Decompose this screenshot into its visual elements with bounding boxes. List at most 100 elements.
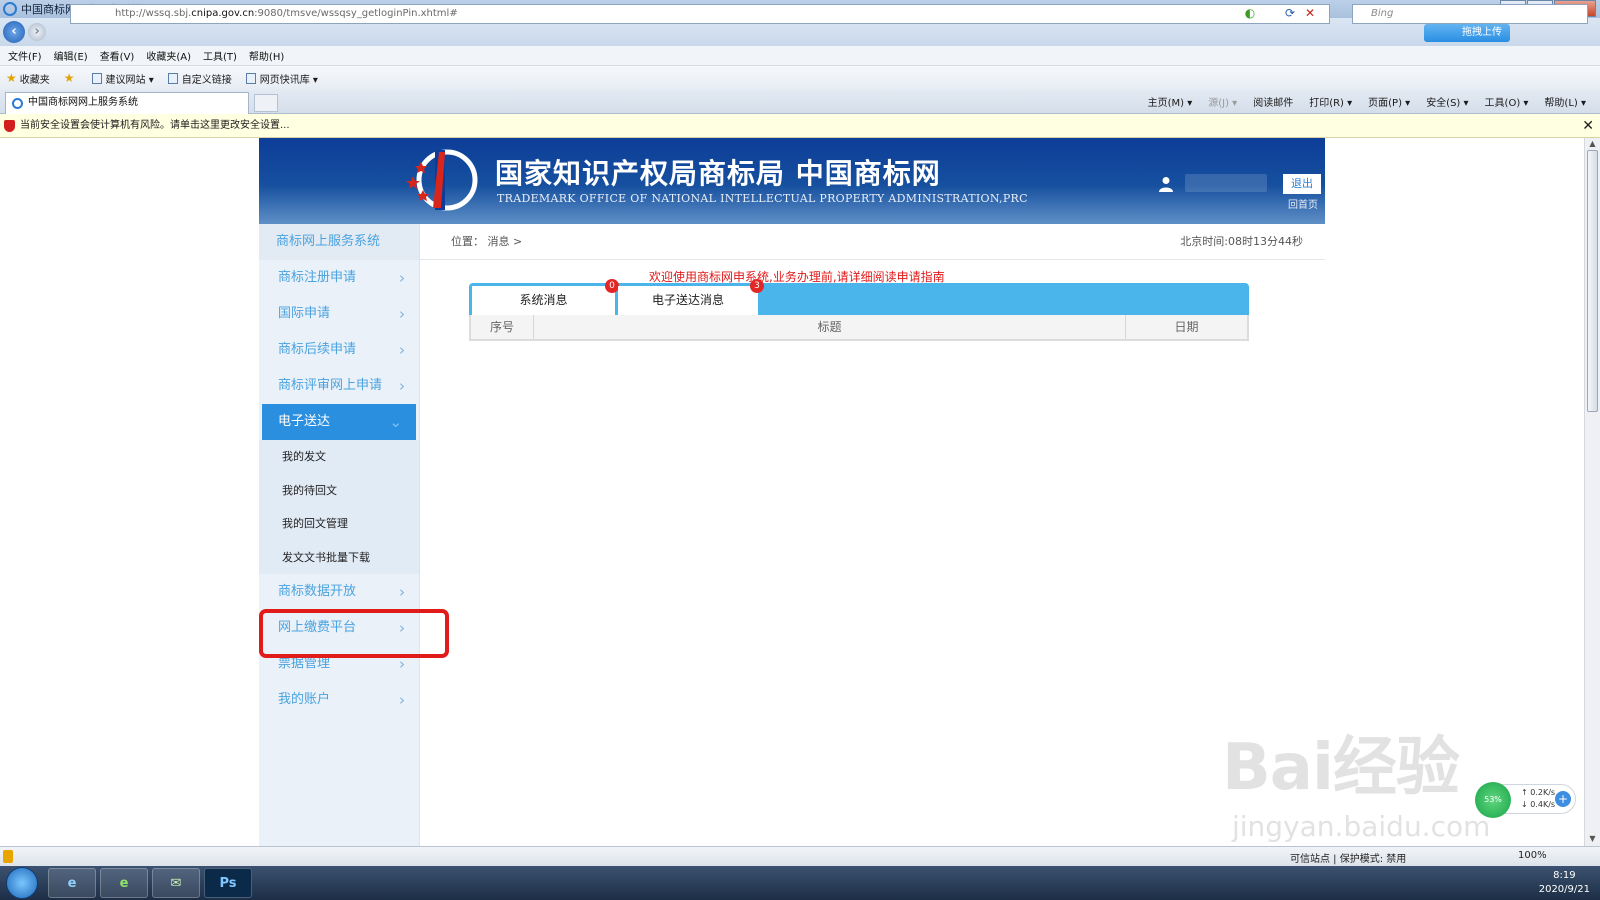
red-highlight-annotation <box>259 609 449 658</box>
chevron-right-icon: › <box>399 377 405 395</box>
shield-warning-icon <box>4 120 15 132</box>
back-button[interactable]: ‹ <box>3 21 25 43</box>
cmd-tools[interactable]: 工具(O) ▾ <box>1485 94 1529 109</box>
chevron-right-icon: › <box>399 269 405 287</box>
chevron-down-icon: ⌄ <box>389 413 402 431</box>
favorites-item-web-slices[interactable]: 网页快讯库 ▾ <box>245 71 318 86</box>
sidebar-item-my-account[interactable]: 我的账户 › <box>259 682 419 718</box>
sidebar-subitem-batch-download[interactable]: 发文文书批量下载 <box>259 540 419 574</box>
column-header-index[interactable]: 序号 <box>471 315 534 339</box>
new-tab-button[interactable] <box>254 94 278 112</box>
sidebar-item-international[interactable]: 国际申请 › <box>259 296 419 332</box>
zoom-level[interactable]: 100% <box>1518 850 1547 861</box>
cmd-safety[interactable]: 安全(S) ▾ <box>1426 94 1468 109</box>
status-bar: 可信站点 | 保护模式: 禁用 100% <box>0 846 1600 866</box>
chevron-right-icon: › <box>399 691 405 709</box>
favorites-item-label: 建议网站 ▾ <box>105 74 154 86</box>
scroll-down-icon[interactable]: ▼ <box>1585 834 1600 845</box>
scroll-thumb[interactable] <box>1587 150 1598 412</box>
compat-view-icon[interactable]: ◐ <box>1242 4 1258 22</box>
speed-percent: 53% <box>1475 782 1511 818</box>
network-speed-widget[interactable]: 53% ↑ 0.2K/s ↓ 0.4K/s + <box>1475 782 1576 818</box>
infobar-text: 当前安全设置会使计算机有风险。请单击这里更改安全设置... <box>20 120 290 131</box>
sidebar-item-label: 商标评审网上申请 <box>278 378 383 393</box>
tab-e-delivery-messages[interactable]: 电子送达消息 3 <box>618 279 764 315</box>
tray-time: 8:19 <box>1553 870 1576 881</box>
cmd-feeds[interactable]: 源(J) ▾ <box>1208 94 1237 109</box>
security-infobar[interactable]: 当前安全设置会使计算机有风险。请单击这里更改安全设置... ✕ <box>0 114 1600 138</box>
menu-favorites[interactable]: 收藏夹(A) <box>146 48 191 63</box>
browser-tab-label: 中国商标网网上服务系统 <box>28 97 138 108</box>
sidebar-item-e-delivery[interactable]: 电子送达 ⌄ <box>262 404 416 440</box>
taskbar-wechat-button[interactable]: ✉ <box>152 868 200 898</box>
sidebar-subitem-reply-management[interactable]: 我的回文管理 <box>259 507 419 541</box>
favorites-item-suggested[interactable]: 建议网站 ▾ <box>91 71 154 86</box>
url-input[interactable]: http://wssq.sbj.cnipa.gov.cn:9080/tmsve/… <box>70 4 1330 24</box>
menu-edit[interactable]: 编辑(E) <box>54 48 88 63</box>
unread-badge: 0 <box>605 279 619 293</box>
sidebar-subitem-pending-replies[interactable]: 我的待回文 <box>259 473 419 507</box>
chevron-right-icon: › <box>399 341 405 359</box>
logout-button[interactable]: 退出 <box>1283 174 1321 194</box>
tab-label: 电子送达消息 <box>651 293 724 307</box>
url-prefix: http://wssq.sbj. <box>115 8 192 19</box>
cmd-home[interactable]: 主页(M) ▾ <box>1148 94 1193 109</box>
upload-speed: ↑ 0.2K/s <box>1521 788 1556 797</box>
browser-tab-active[interactable]: 中国商标网网上服务系统 <box>5 92 249 114</box>
cmd-page[interactable]: 页面(P) ▾ <box>1368 94 1410 109</box>
favorites-label: 收藏夹 <box>19 74 50 86</box>
sidebar-item-follow-up[interactable]: 商标后续申请 › <box>259 332 419 368</box>
sidebar-item-label: 票据管理 <box>278 656 331 671</box>
menu-bar: 文件(F) 编辑(E) 查看(V) 收藏夹(A) 工具(T) 帮助(H) <box>0 46 1600 66</box>
system-tray-clock[interactable]: 8:19 2020/9/21 <box>1539 869 1590 897</box>
vertical-scrollbar[interactable]: ▲ ▼ <box>1584 138 1600 846</box>
warning-icon <box>3 850 13 863</box>
taskbar-photoshop-button[interactable]: Ps <box>204 868 252 898</box>
menu-tools[interactable]: 工具(T) <box>203 48 237 63</box>
menu-help[interactable]: 帮助(H) <box>249 48 284 63</box>
search-input[interactable]: Bing <box>1352 4 1588 24</box>
forward-button[interactable]: › <box>28 23 46 41</box>
sidebar-title: 商标网上服务系统 <box>259 224 419 260</box>
home-link[interactable]: 回首页 <box>1283 196 1323 211</box>
content-header: 位置： 消息 > 北京时间:08时13分44秒 <box>420 224 1325 260</box>
favorites-item-custom-links[interactable]: 自定义链接 <box>167 71 232 86</box>
cmd-read-mail[interactable]: 阅读邮件 <box>1253 94 1293 109</box>
favorites-button[interactable]: ★ 收藏夹 <box>6 71 50 86</box>
site-title-en: TRADEMARK OFFICE OF NATIONAL INTELLECTUA… <box>497 192 1028 205</box>
download-speed: ↓ 0.4K/s <box>1521 800 1556 809</box>
sidebar-item-review-online[interactable]: 商标评审网上申请 › <box>259 368 419 404</box>
cmd-help[interactable]: 帮助(L) ▾ <box>1544 94 1586 109</box>
menu-view[interactable]: 查看(V) <box>100 48 135 63</box>
page-icon <box>167 72 178 84</box>
message-table-header: 序号 标题 日期 <box>469 315 1249 341</box>
speed-boost-button[interactable]: + <box>1555 791 1571 807</box>
stop-icon[interactable]: ✕ <box>1302 4 1318 22</box>
scroll-up-icon[interactable]: ▲ <box>1585 139 1600 150</box>
security-zone[interactable]: 可信站点 | 保护模式: 禁用 <box>1290 850 1406 865</box>
baidu-watermark: Bai经验 <box>1222 731 1460 805</box>
infobar-close-icon[interactable]: ✕ <box>1582 114 1594 138</box>
sidebar-subitem-my-documents[interactable]: 我的发文 <box>259 440 419 474</box>
page-viewport: 国家知识产权局商标局 中国商标网 TRADEMARK OFFICE OF NAT… <box>0 138 1584 846</box>
sidebar-item-label: 商标后续申请 <box>278 342 357 357</box>
windows-taskbar: e e ✉ Ps 8:19 2020/9/21 <box>0 866 1600 900</box>
column-header-date[interactable]: 日期 <box>1126 315 1247 339</box>
add-favorite-button[interactable]: ★ <box>64 71 78 85</box>
cmd-print[interactable]: 打印(R) ▾ <box>1309 94 1352 109</box>
column-header-title[interactable]: 标题 <box>534 315 1126 339</box>
cnipa-logo-icon <box>406 149 478 211</box>
tab-label: 系统消息 <box>519 293 568 307</box>
menu-file[interactable]: 文件(F) <box>8 48 42 63</box>
taskbar-ie-button[interactable]: e <box>48 868 96 898</box>
message-tabs: 系统消息 0 电子送达消息 3 <box>469 279 1249 315</box>
sidebar-item-trademark-registration[interactable]: 商标注册申请 › <box>259 260 419 296</box>
sidebar-item-data-open[interactable]: 商标数据开放 › <box>259 574 419 610</box>
tab-system-messages[interactable]: 系统消息 0 <box>472 279 619 315</box>
sidebar-item-label: 商标注册申请 <box>278 270 357 285</box>
taskbar-browser-button[interactable]: e <box>100 868 148 898</box>
site-banner: 国家知识产权局商标局 中国商标网 TRADEMARK OFFICE OF NAT… <box>259 138 1325 224</box>
upload-button[interactable]: 拖拽上传 <box>1424 24 1510 42</box>
refresh-icon[interactable]: ⟳ <box>1282 4 1298 22</box>
start-button[interactable] <box>6 867 38 899</box>
